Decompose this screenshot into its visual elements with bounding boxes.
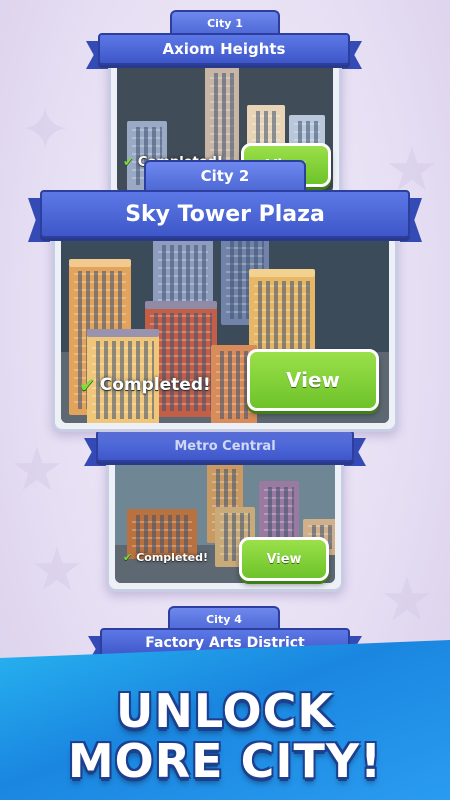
city-1-tab-label: City 1 bbox=[207, 16, 243, 30]
city-3-name-banner: Metro Central bbox=[96, 430, 354, 462]
checkmark-icon: ✔ bbox=[79, 373, 96, 397]
city-4-tab: City 4 bbox=[168, 606, 280, 630]
checkmark-icon: ✔ bbox=[123, 551, 133, 564]
city-2-card[interactable]: ✔ Completed! View bbox=[52, 226, 398, 432]
city-2-view-button[interactable]: View bbox=[247, 349, 379, 411]
city-2-tab-label: City 2 bbox=[200, 167, 250, 185]
promo-line-2: MORE CITY! bbox=[67, 734, 383, 788]
bg-star-decoration: ★ bbox=[380, 565, 434, 635]
checkmark-icon: ✔ bbox=[123, 155, 134, 170]
city-3-status: ✔ Completed! bbox=[123, 551, 208, 564]
city-3-card[interactable]: View ✔ Completed! bbox=[106, 448, 344, 592]
city-1-tab: City 1 bbox=[170, 10, 280, 34]
city-3-view-label: View bbox=[266, 551, 302, 567]
city-2-name-banner: Sky Tower Plaza bbox=[40, 190, 410, 238]
city-3-name: Metro Central bbox=[174, 438, 276, 454]
city-2-view-label: View bbox=[285, 368, 341, 392]
city-4-tab-label: City 4 bbox=[206, 612, 242, 626]
city-2-name: Sky Tower Plaza bbox=[125, 201, 325, 227]
bg-star-decoration: ✦ bbox=[20, 95, 71, 165]
bg-star-decoration: ★ bbox=[30, 535, 84, 605]
city-1-name: Axiom Heights bbox=[162, 40, 286, 58]
promo-line-1: UNLOCK bbox=[115, 684, 335, 738]
city-1-name-banner: Axiom Heights bbox=[98, 33, 350, 65]
city-2-status-label: Completed! bbox=[99, 375, 211, 395]
city-3-view-button[interactable]: View bbox=[239, 537, 329, 581]
bg-star-decoration: ★ bbox=[10, 435, 64, 505]
city-3-status-label: Completed! bbox=[136, 551, 209, 564]
city-2-status: ✔ Completed! bbox=[79, 373, 211, 397]
city-2-tab: City 2 bbox=[144, 160, 306, 190]
